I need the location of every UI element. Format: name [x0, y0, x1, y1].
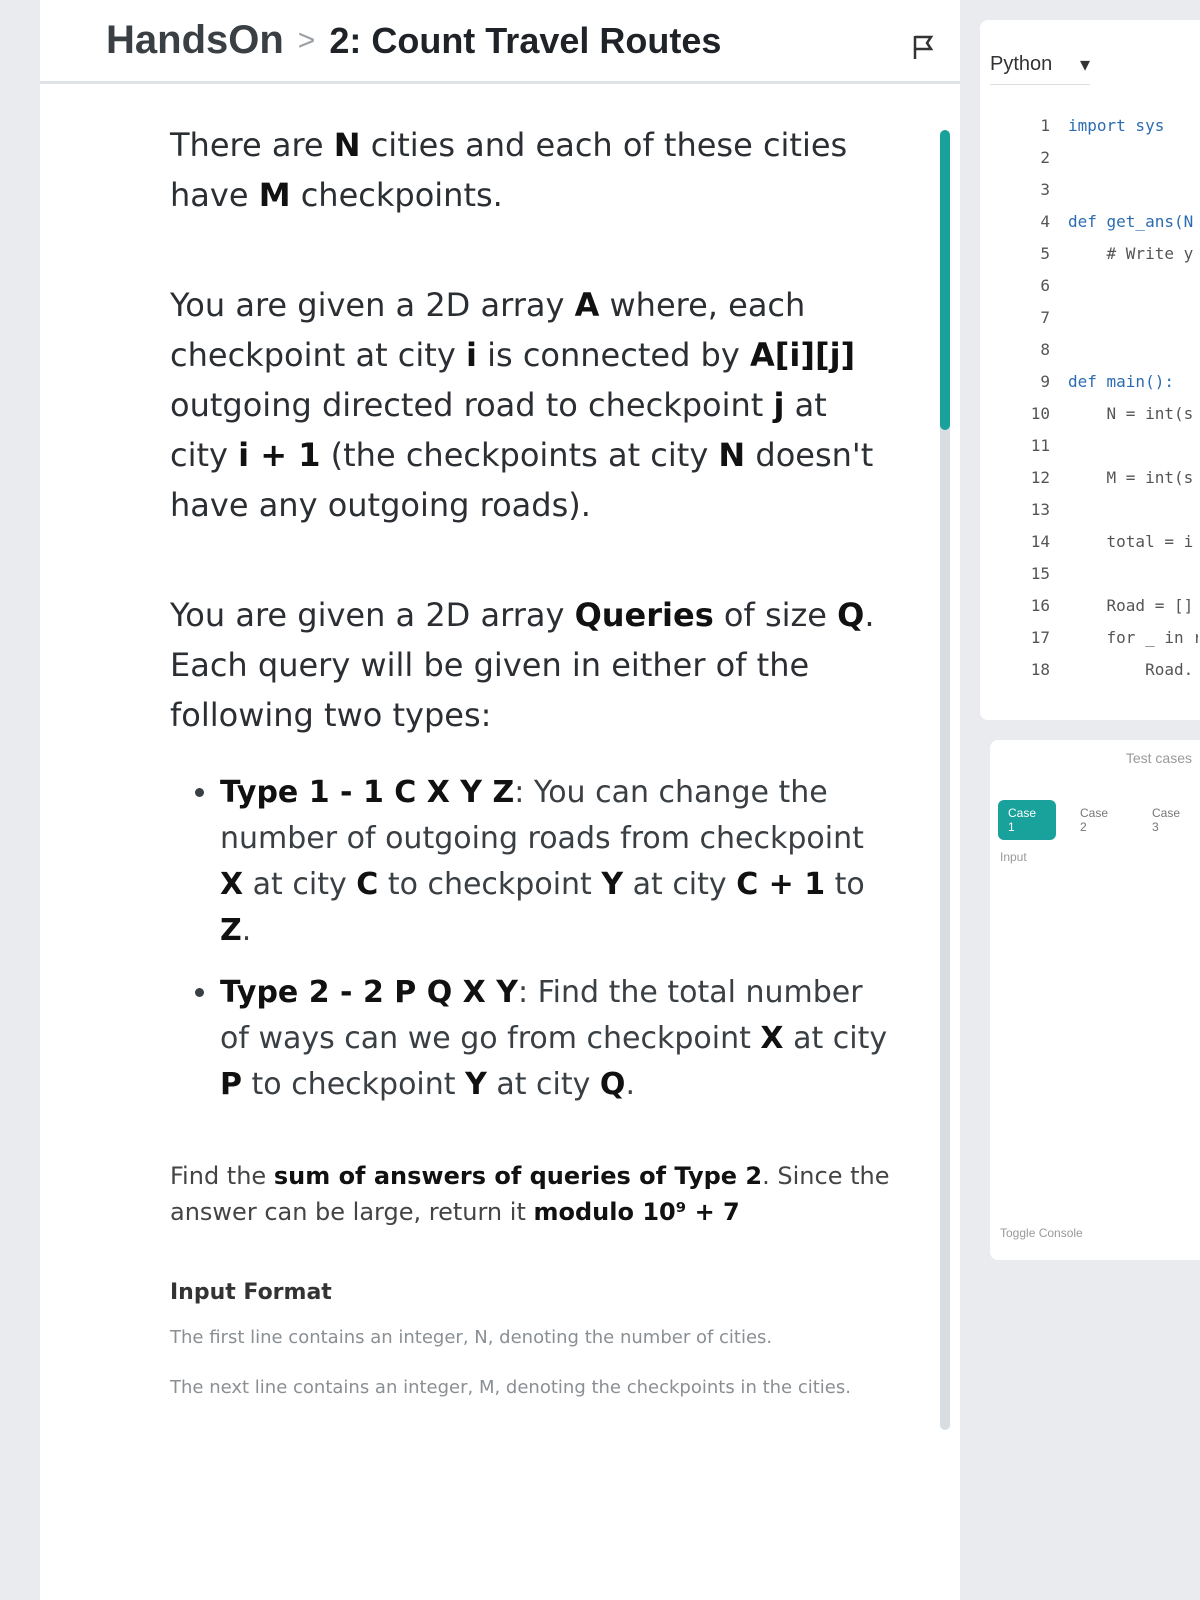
code-editor: Python ▾ 1 2 3 4 5 6 7 8 9 10 11 12 13 14 15 16 17 18 imp… — [980, 20, 1200, 720]
language-select[interactable]: Python ▾ — [990, 44, 1090, 85]
paragraph-queries: You are given a 2D array Queries of size… — [170, 596, 875, 734]
flag-icon[interactable] — [906, 30, 940, 64]
tab-case-1[interactable]: Case 1 — [998, 800, 1056, 840]
breadcrumb-root[interactable]: HandsOn — [106, 18, 284, 63]
problem-scrollbar[interactable] — [940, 130, 950, 1430]
line-numbers: 1 2 3 4 5 6 7 8 9 10 11 12 13 14 15 16 17 18 — [1000, 110, 1050, 686]
tab-case-2[interactable]: Case 2 — [1070, 800, 1128, 840]
line-number: 1 — [1040, 116, 1050, 135]
line-number: 2 — [1040, 148, 1050, 167]
line-number: 12 — [1030, 468, 1050, 487]
code-line: M = int(s — [1068, 468, 1194, 487]
page-title: 2: Count Travel Routes — [329, 19, 722, 61]
line-number: 14 — [1030, 532, 1050, 551]
code-line: def main(): — [1068, 372, 1174, 391]
paragraph-find: Find the sum of answers of queries of Ty… — [170, 1162, 890, 1226]
input-label: Input — [1000, 850, 1027, 864]
problem-statement: There are N cities and each of these cit… — [170, 120, 890, 1580]
line-number: 13 — [1030, 500, 1050, 519]
line-number: 9 — [1040, 372, 1050, 391]
test-cases-panel: Test cases Case 1 Case 2 Case 3 Input To… — [990, 740, 1200, 1260]
input-format-title: Input Format — [170, 1280, 332, 1305]
paragraph-array-a: You are given a 2D array A where, each c… — [170, 286, 874, 524]
screen: HandsOn > 2: Count Travel Routes There a… — [0, 0, 1200, 1600]
test-cases-label: Test cases — [1125, 750, 1192, 766]
code-line: for _ in r — [1068, 628, 1198, 647]
line-number: 16 — [1030, 596, 1050, 615]
code-line: total = i — [1068, 532, 1194, 551]
tab-case-3[interactable]: Case 3 — [1142, 800, 1200, 840]
code-line: Road = [] — [1068, 596, 1194, 615]
case-tabs: Case 1 Case 2 Case 3 — [998, 800, 1200, 840]
input-format-line1: The first line contains an integer, N, d… — [170, 1327, 773, 1348]
problem-pane: HandsOn > 2: Count Travel Routes There a… — [40, 0, 960, 1600]
line-number: 6 — [1040, 276, 1050, 295]
scrollbar-thumb[interactable] — [940, 130, 950, 430]
paragraph-intro: There are N cities and each of these cit… — [170, 126, 848, 214]
code-line: N = int(s — [1068, 404, 1194, 423]
line-number: 15 — [1030, 564, 1050, 583]
code-area[interactable]: import sys def get_ans(N # Write y def mai… — [1068, 110, 1198, 686]
code-line: import sys — [1068, 116, 1165, 135]
code-line: def get_ans(N — [1068, 212, 1194, 231]
input-format-line2: The next line contains an integer, M, de… — [170, 1377, 851, 1398]
line-number: 17 — [1030, 628, 1050, 647]
code-line: Road. — [1068, 660, 1194, 679]
query-types-list: Type 1 - 1 C X Y Z: You can change the n… — [170, 770, 890, 1108]
chevron-down-icon: ▾ — [1079, 53, 1090, 76]
line-number: 11 — [1030, 436, 1050, 455]
line-number: 10 — [1030, 404, 1050, 423]
list-item: Type 1 - 1 C X Y Z: You can change the n… — [220, 770, 890, 954]
line-number: 5 — [1040, 244, 1050, 263]
line-number: 3 — [1040, 180, 1050, 199]
breadcrumb-separator: > — [297, 23, 316, 57]
line-number: 8 — [1040, 340, 1050, 359]
line-number: 4 — [1040, 212, 1050, 231]
header: HandsOn > 2: Count Travel Routes — [40, 0, 960, 84]
language-label: Python — [990, 52, 1053, 75]
line-number: 18 — [1030, 660, 1050, 679]
toggle-console-button[interactable]: Toggle Console — [1000, 1226, 1083, 1240]
code-line: # Write y — [1068, 244, 1194, 263]
list-item: Type 2 - 2 P Q X Y: Find the total numbe… — [220, 970, 890, 1108]
line-number: 7 — [1040, 308, 1050, 327]
